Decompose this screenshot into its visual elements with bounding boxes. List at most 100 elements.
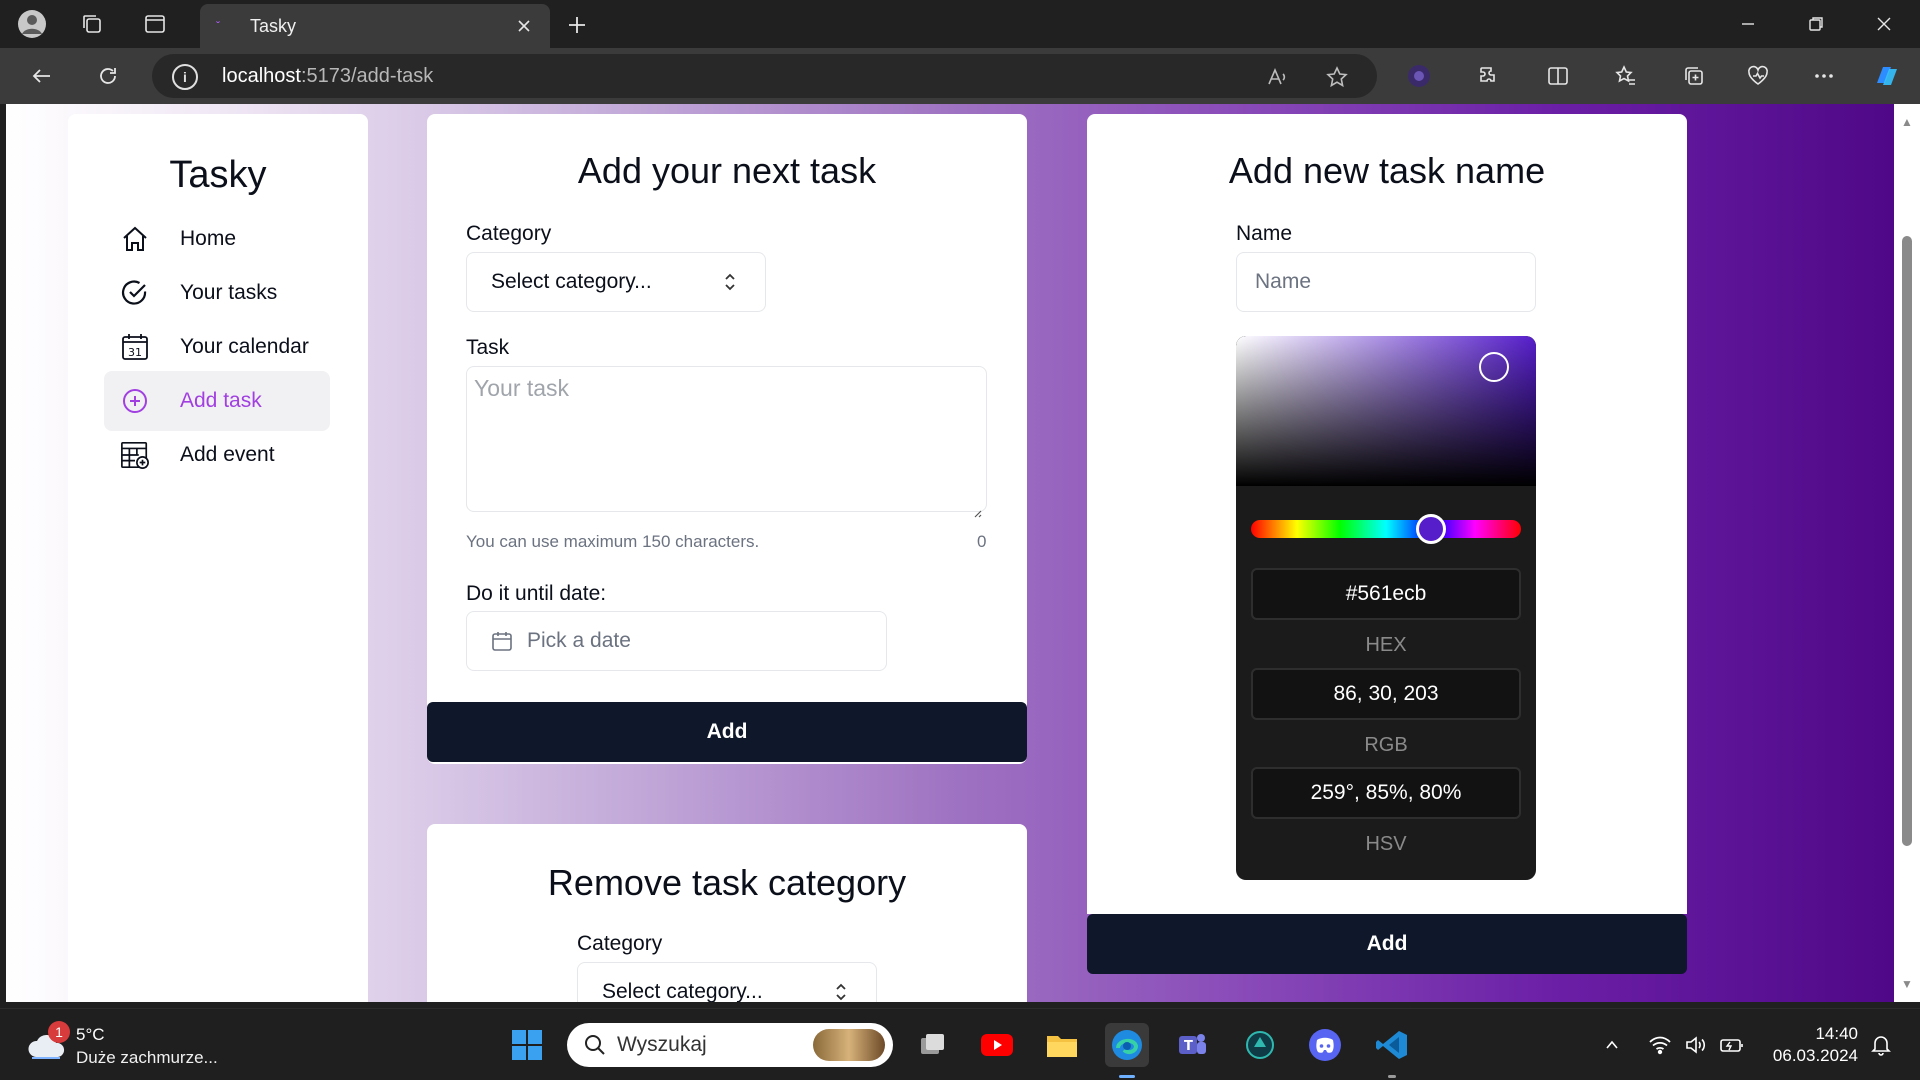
add-task-button[interactable]: Add [427,702,1027,762]
windows-taskbar: 1 5°C Duże zachmurze... Wyszukaj T 14:40… [0,1008,1920,1080]
browser-titlebar: ˇ Tasky [0,0,1920,48]
plus-circle-icon [120,386,150,416]
profile-avatar-icon[interactable] [16,8,48,40]
discord-icon[interactable] [1303,1023,1347,1067]
scrollbar-thumb[interactable] [1902,236,1912,846]
page-scrollbar[interactable]: ▲ ▼ [1894,104,1920,1002]
browser-toolbar: i localhost:5173/add-task [0,48,1920,104]
rgb-input[interactable]: 86, 30, 203 [1251,668,1521,720]
task-view-icon[interactable] [910,1023,954,1067]
search-icon [583,1033,607,1057]
remove-category-select[interactable]: Select category... [577,962,877,1002]
hue-handle[interactable] [1416,514,1446,544]
notification-bell-icon[interactable] [1866,1029,1896,1061]
chevron-up-down-icon [723,271,737,293]
resize-handle-icon[interactable] [972,497,982,518]
weather-badge: 1 [48,1021,70,1043]
brand-title: Tasky [169,154,267,196]
tab-title: Tasky [250,15,297,36]
check-circle-icon [120,278,150,308]
hex-input[interactable]: #561ecb [1251,568,1521,620]
remove-category-label: Category [577,932,663,955]
weather-description: Duże zachmurze... [76,1048,218,1067]
site-info-icon[interactable]: i [172,64,198,90]
battery-icon[interactable] [1717,1029,1747,1061]
close-tab-icon[interactable] [512,14,536,38]
hsv-input[interactable]: 259°, 85%, 80% [1251,767,1521,819]
taskbar-search[interactable]: Wyszukaj [567,1023,893,1067]
file-explorer-icon[interactable] [1040,1023,1084,1067]
extensions-puzzle-icon[interactable] [1472,60,1504,92]
browser-essentials-icon[interactable] [1742,60,1774,92]
edge-browser-icon[interactable] [1105,1023,1149,1067]
calendar-grid-icon [120,440,150,470]
tab-actions-icon[interactable] [139,8,171,40]
rgb-label: RGB [1364,734,1408,756]
hex-label: HEX [1365,634,1407,656]
search-placeholder: Wyszukaj [617,1033,707,1056]
youtube-icon[interactable] [975,1023,1019,1067]
restore-icon[interactable] [1783,0,1849,48]
name-placeholder: Name [1255,270,1312,293]
remove-category-select-value: Select category... [602,980,763,1002]
weather-widget[interactable]: 1 5°C Duże zachmurze... [26,1021,266,1071]
svg-text:T: T [1184,1039,1193,1054]
date-picker-button[interactable]: Pick a date [466,611,887,671]
collections-icon[interactable] [1678,60,1710,92]
close-window-icon[interactable] [1851,0,1917,48]
char-counter: 0 [977,532,987,551]
sidebar-item-home[interactable]: Home [104,209,330,269]
show-hidden-icons-chevron-up-icon[interactable] [1600,1029,1624,1061]
edge-active-indicator [1119,1075,1135,1078]
start-button-icon[interactable] [505,1023,549,1067]
url-path: :5173/add-task [300,64,434,87]
wifi-icon[interactable] [1645,1029,1675,1061]
browser-tab[interactable]: ˇ Tasky [200,4,550,48]
task-textarea[interactable]: Your task [466,366,987,518]
more-options-icon[interactable] [1808,60,1840,92]
sidebar-item-add-event[interactable]: Add event [104,425,330,485]
add-name-button[interactable]: Add [1087,914,1687,974]
favorite-star-icon[interactable] [1322,62,1352,92]
back-icon[interactable] [24,58,60,94]
name-input[interactable]: Name [1236,252,1536,312]
weather-temperature: 5°C [76,1025,105,1044]
sidebar-item-your-tasks[interactable]: Your tasks [104,263,330,323]
scroll-up-icon[interactable]: ▲ [1900,116,1914,128]
extension-icon[interactable] [1403,60,1435,92]
char-limit-hint: You can use maximum 150 characters. [466,532,760,551]
category-select[interactable]: Select category... [466,252,766,312]
address-bar[interactable]: i localhost:5173/add-task [152,54,1377,98]
sidebar-item-label: Your tasks [180,281,278,304]
favorites-icon[interactable] [1610,60,1642,92]
vpn-app-icon[interactable] [1238,1023,1282,1067]
minimize-icon[interactable] [1715,0,1781,48]
color-picker: #561ecb HEX 86, 30, 203 RGB 259°, 85%, 8… [1236,336,1536,880]
sidebar-item-add-task[interactable]: Add task [104,371,330,431]
system-clock[interactable]: 14:40 06.03.2024 [1764,1023,1858,1067]
new-tab-icon[interactable] [560,8,594,42]
chevron-up-down-icon [834,981,848,1002]
category-select-value: Select category... [491,270,652,293]
sidebar-item-label: Your calendar [180,335,309,358]
teams-icon[interactable]: T [1170,1023,1214,1067]
refresh-icon[interactable] [90,58,126,94]
task-label: Task [466,336,510,359]
svg-text:31: 31 [128,346,142,359]
workspaces-icon[interactable] [76,8,108,40]
volume-icon[interactable] [1681,1029,1711,1061]
remove-category-card: Remove task category Category Select cat… [427,824,1027,1002]
url-host: localhost [222,64,301,87]
vscode-icon[interactable] [1370,1023,1414,1067]
copilot-icon[interactable] [1870,60,1902,92]
read-aloud-icon[interactable] [1262,62,1292,92]
sidebar: Tasky Home Your tasks 31 Your calendar A… [68,114,368,1002]
scroll-down-icon[interactable]: ▼ [1900,978,1914,990]
split-screen-icon[interactable] [1542,60,1574,92]
sidebar-item-your-calendar[interactable]: 31 Your calendar [104,317,330,377]
search-highlight-image [813,1029,885,1061]
saturation-handle[interactable] [1479,352,1509,382]
sidebar-item-label: Add task [180,389,262,412]
hue-slider[interactable] [1251,520,1521,538]
task-placeholder: Your task [474,375,570,401]
